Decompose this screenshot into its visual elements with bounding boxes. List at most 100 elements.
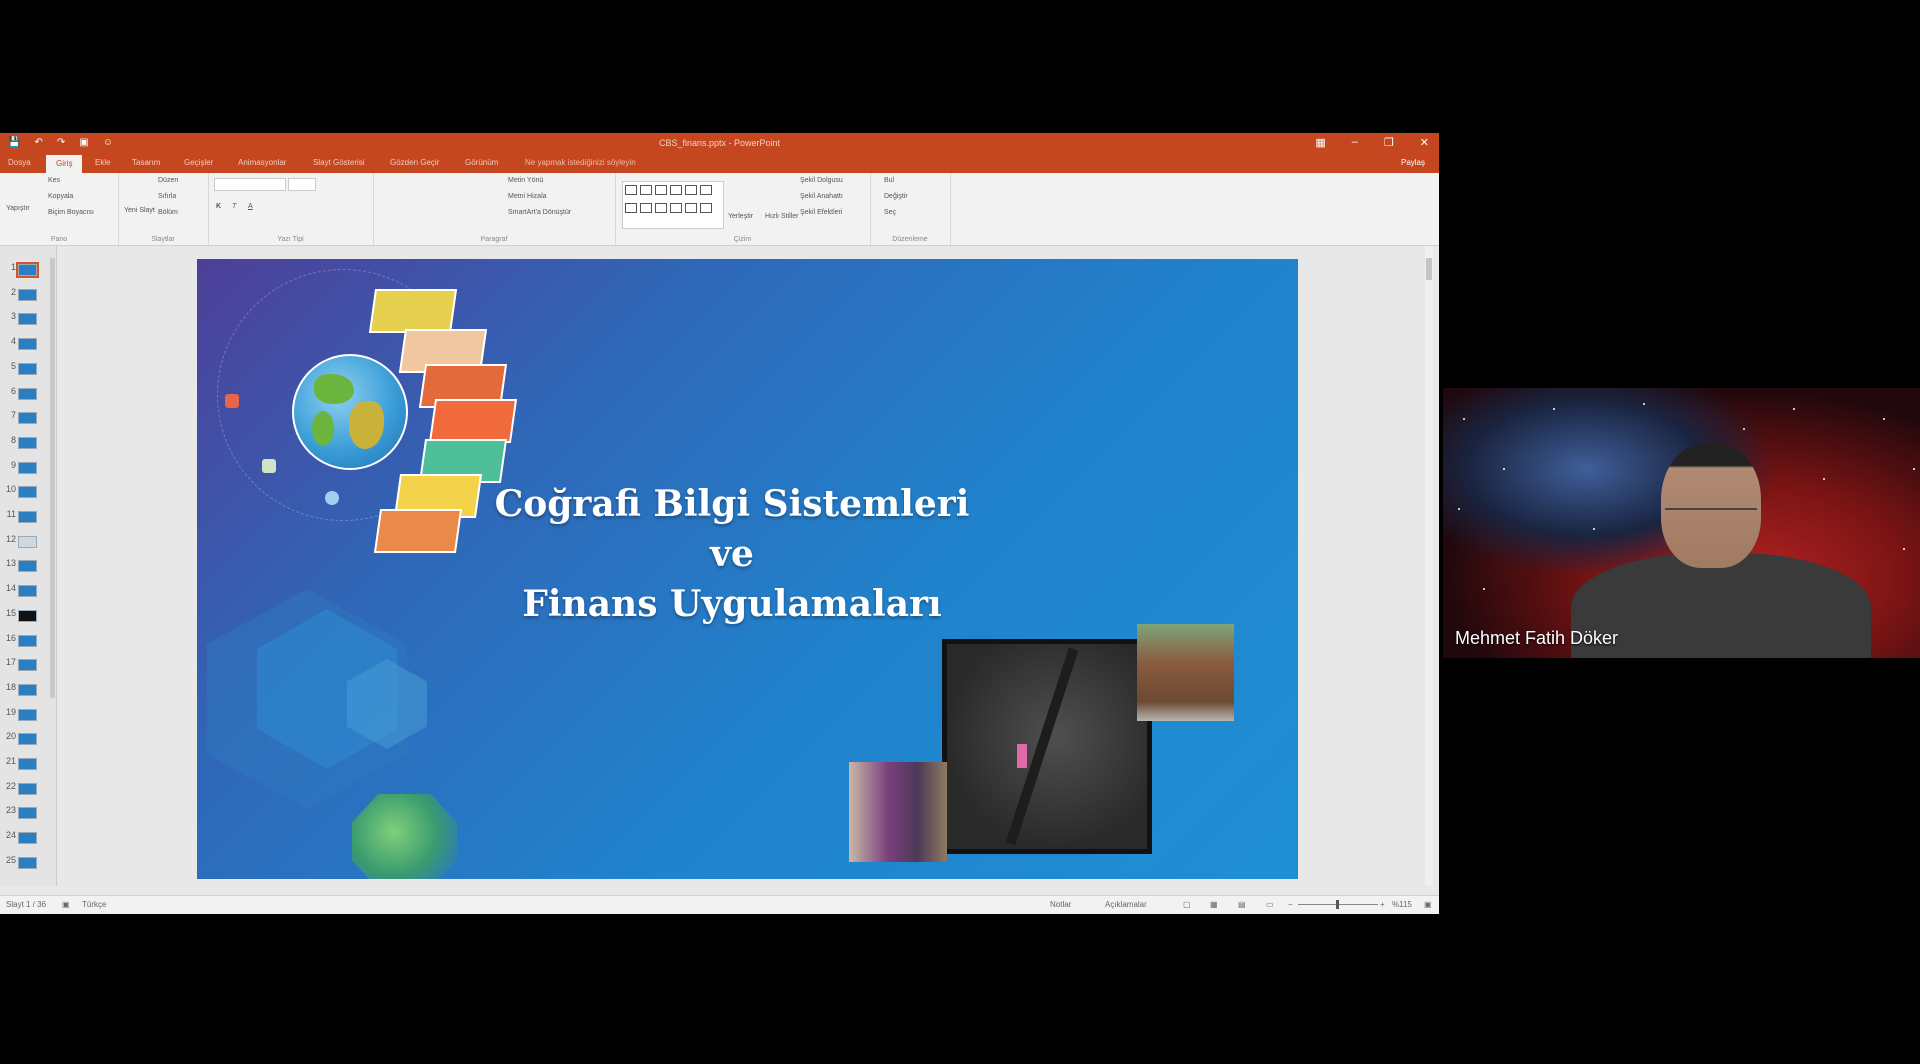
slide-preview <box>18 436 37 449</box>
close-icon[interactable]: ✕ <box>1420 136 1429 149</box>
tab-insert[interactable]: Ekle <box>95 158 111 167</box>
slide-thumbnail[interactable]: 20 <box>0 727 48 751</box>
slide-thumbnail[interactable]: 2 <box>0 283 48 307</box>
underline-icon[interactable]: A <box>248 203 253 210</box>
slide-thumbnail[interactable]: 18 <box>0 678 48 702</box>
slideshow-view-icon[interactable]: ▭ <box>1266 900 1274 909</box>
slide-thumbnail[interactable]: 9 <box>0 456 48 480</box>
slide-thumbnail[interactable]: 22 <box>0 777 48 801</box>
slide-thumbnail[interactable]: 17 <box>0 653 48 677</box>
zoom-out-icon[interactable]: − <box>1288 900 1293 909</box>
thumbnail-scrollbar[interactable] <box>50 258 55 698</box>
slide-thumbnail[interactable]: 16 <box>0 629 48 653</box>
tab-animations[interactable]: Animasyonlar <box>238 158 286 167</box>
spellcheck-icon[interactable]: ▣ <box>62 900 70 909</box>
arrange-button[interactable]: Yerleştir <box>728 213 753 220</box>
slide-thumbnail[interactable]: 11 <box>0 505 48 529</box>
slide-thumbnail[interactable]: 4 <box>0 332 48 356</box>
slide-thumbnail[interactable]: 1 <box>0 258 48 282</box>
zoom-level[interactable]: %115 <box>1392 900 1412 909</box>
shape-fill-button[interactable]: Şekil Dolgusu <box>800 177 843 184</box>
slide-preview <box>18 708 37 721</box>
slide-thumbnail[interactable]: 21 <box>0 752 48 776</box>
participant-glasses <box>1665 508 1757 520</box>
ribbon: Yapıştır Kes Kopyala Biçim Boyacısı Pano… <box>0 173 1439 246</box>
fit-slide-icon[interactable]: ▣ <box>1424 900 1432 909</box>
layout-button[interactable]: Düzen <box>158 177 178 184</box>
slide-thumbnail[interactable]: 23 <box>0 801 48 825</box>
convert-smartart-button[interactable]: SmartArt'a Dönüştür <box>508 209 571 216</box>
tab-transitions[interactable]: Geçişler <box>184 158 213 167</box>
cut-button[interactable]: Kes <box>48 177 60 184</box>
slide-preview <box>18 832 37 845</box>
slide-preview <box>18 313 37 326</box>
font-size-box[interactable] <box>288 178 316 191</box>
slide-thumbnail[interactable]: 12 <box>0 530 48 554</box>
new-slide-button[interactable]: Yeni Slayt <box>124 207 155 214</box>
slide-canvas[interactable]: Coğrafi Bilgi Sistemleri ve Finans Uygul… <box>197 259 1298 879</box>
tab-view[interactable]: Görünüm <box>465 158 498 167</box>
tab-home[interactable]: Giriş <box>46 155 83 173</box>
city-map-photo <box>942 639 1152 854</box>
section-button[interactable]: Bölüm <box>158 209 178 216</box>
tab-design[interactable]: Tasarım <box>132 158 160 167</box>
slide-thumbnail[interactable]: 8 <box>0 431 48 455</box>
format-painter-button[interactable]: Biçim Boyacısı <box>48 209 94 216</box>
star <box>1913 468 1915 470</box>
select-button[interactable]: Seç <box>884 209 896 216</box>
paste-button[interactable]: Yapıştır <box>6 205 30 212</box>
slide-thumbnail[interactable]: 25 <box>0 851 48 875</box>
star <box>1503 468 1505 470</box>
tab-file[interactable]: Dosya <box>8 158 31 167</box>
editing-group-label: Düzenleme <box>892 236 928 243</box>
share-button[interactable]: Paylaş <box>1401 158 1425 167</box>
reset-button[interactable]: Sıfırla <box>158 193 176 200</box>
slide-thumbnail[interactable]: 6 <box>0 382 48 406</box>
slide-number: 5 <box>10 360 16 371</box>
map-layer-image <box>368 289 458 333</box>
slide-thumbnail[interactable]: 10 <box>0 480 48 504</box>
sorter-view-icon[interactable]: ▦ <box>1210 900 1218 909</box>
slide-thumbnail[interactable]: 24 <box>0 826 48 850</box>
slide-number: 24 <box>5 830 16 841</box>
italic-icon[interactable]: T <box>232 203 236 210</box>
bold-icon[interactable]: K <box>216 203 221 210</box>
slide-thumbnail[interactable]: 14 <box>0 579 48 603</box>
slide-thumbnail[interactable]: 15 <box>0 604 48 628</box>
replace-button[interactable]: Değiştir <box>884 193 908 200</box>
comments-button[interactable]: Açıklamalar <box>1105 900 1147 909</box>
tell-me-search[interactable]: Ne yapmak istediğinizi söyleyin <box>525 158 636 167</box>
reading-view-icon[interactable]: ▤ <box>1238 900 1246 909</box>
slide-preview <box>16 262 39 278</box>
shape-effects-button[interactable]: Şekil Efektleri <box>800 209 842 216</box>
shape-outline-button[interactable]: Şekil Anahattı <box>800 193 843 200</box>
tab-review[interactable]: Gözden Geçir <box>390 158 439 167</box>
slide-number: 11 <box>6 509 16 519</box>
normal-view-icon[interactable]: ▢ <box>1183 900 1191 909</box>
minimize-icon[interactable]: – <box>1352 136 1358 149</box>
satellite-icon <box>262 459 276 473</box>
slide-thumbnail[interactable]: 7 <box>0 406 48 430</box>
slide-thumbnail[interactable]: 5 <box>0 357 48 381</box>
quick-styles-button[interactable]: Hızlı Stiller <box>765 213 798 220</box>
find-button[interactable]: Bul <box>884 177 894 184</box>
copy-button[interactable]: Kopyala <box>48 193 73 200</box>
star <box>1593 528 1595 530</box>
notes-button[interactable]: Notlar <box>1050 900 1071 909</box>
zoom-slider-knob[interactable] <box>1336 900 1339 909</box>
zoom-in-icon[interactable]: + <box>1380 900 1385 909</box>
restore-icon[interactable]: ❐ <box>1384 136 1394 149</box>
align-text-button[interactable]: Metni Hizala <box>508 193 547 200</box>
ribbon-display-icon[interactable]: ▦ <box>1315 136 1325 149</box>
slide-thumbnail[interactable]: 19 <box>0 703 48 727</box>
font-name-box[interactable] <box>214 178 286 191</box>
text-direction-button[interactable]: Metin Yönü <box>508 177 543 184</box>
tab-slideshow[interactable]: Slayt Gösterisi <box>313 158 365 167</box>
drawing-group: Yerleştir Hızlı Stiller Şekil Dolgusu Şe… <box>615 173 871 245</box>
globe-hexagon-image <box>352 794 457 879</box>
slide-thumbnail[interactable]: 13 <box>0 554 48 578</box>
slide-thumbnail[interactable]: 3 <box>0 307 48 331</box>
editor-scrollbar[interactable] <box>1425 246 1433 886</box>
language-indicator[interactable]: Türkçe <box>82 900 106 909</box>
shapes-gallery[interactable] <box>622 181 724 229</box>
